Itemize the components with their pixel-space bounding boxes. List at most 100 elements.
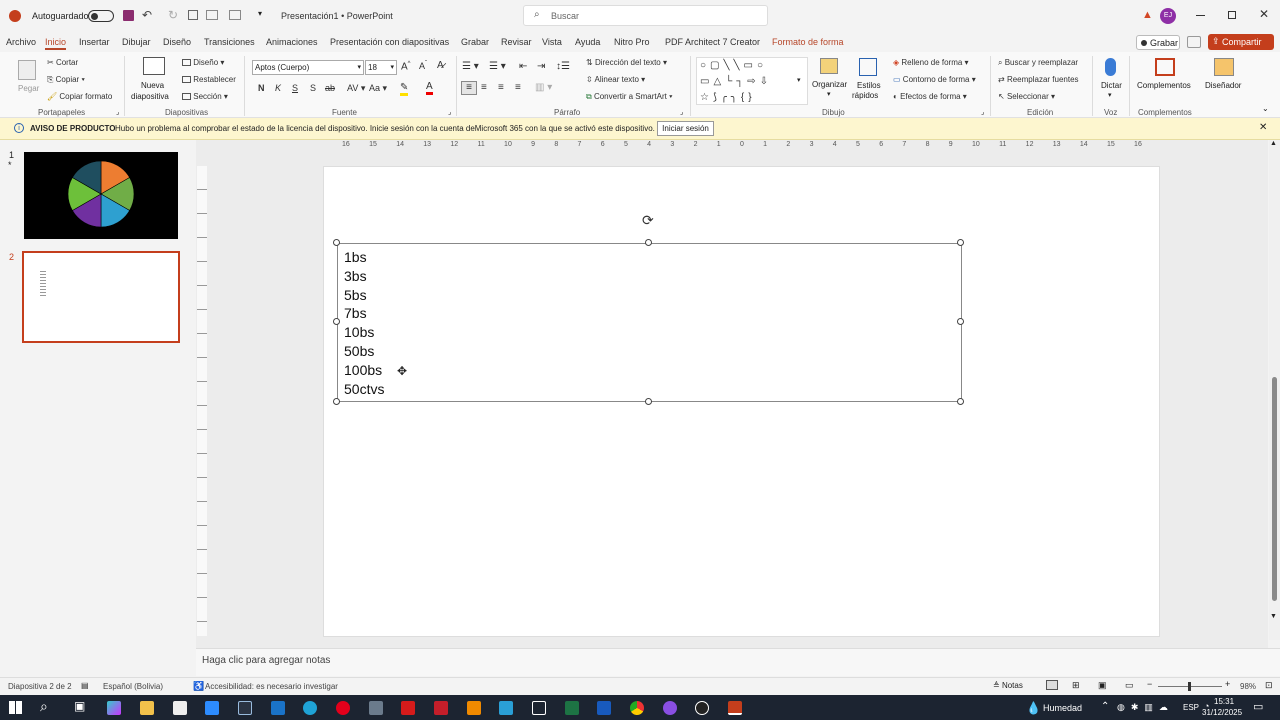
zoom-level[interactable]: 98% bbox=[1240, 682, 1256, 691]
resize-handle-br[interactable] bbox=[957, 398, 964, 405]
tab-transiciones[interactable]: Transiciones bbox=[204, 37, 255, 47]
customize-toolbar-icon[interactable]: ▾ bbox=[258, 9, 262, 18]
sign-in-button[interactable]: Iniciar sesión bbox=[657, 121, 714, 136]
notifications-icon[interactable]: ▭ bbox=[1253, 700, 1263, 713]
shadow-button[interactable]: S bbox=[310, 83, 316, 93]
underline-button[interactable]: S bbox=[292, 83, 298, 93]
shape-outline-button[interactable]: ▭ Contorno de forma ▾ bbox=[893, 75, 976, 84]
tab-ayuda[interactable]: Ayuda bbox=[575, 37, 600, 47]
clear-format-icon[interactable]: A̷ bbox=[437, 60, 444, 71]
share-button[interactable]: ⇪ Compartir bbox=[1208, 34, 1274, 50]
tab-presentacion[interactable]: Presentación con diapositivas bbox=[330, 37, 449, 47]
save-icon[interactable] bbox=[123, 10, 134, 21]
resize-handle-ml[interactable] bbox=[333, 318, 340, 325]
vlc-icon[interactable] bbox=[467, 701, 481, 715]
addins-button[interactable]: Complementos bbox=[1136, 57, 1194, 103]
chrome-icon[interactable] bbox=[630, 701, 644, 715]
edge-icon[interactable] bbox=[303, 701, 317, 715]
font-size-select[interactable]: 18 ▾ bbox=[365, 60, 397, 75]
columns-icon[interactable]: ▥ ▾ bbox=[535, 82, 552, 93]
layout-button[interactable]: Diseño ▾ bbox=[182, 58, 224, 67]
tab-dibujar[interactable]: Dibujar bbox=[122, 37, 151, 47]
slide-thumbnail-1[interactable] bbox=[24, 152, 178, 239]
pdf-app-icon[interactable] bbox=[434, 701, 448, 715]
rotate-handle-icon[interactable]: ⟳ bbox=[642, 212, 654, 229]
warning-icon[interactable]: ▲ bbox=[1142, 9, 1153, 21]
language-indicator[interactable]: ESP bbox=[1183, 703, 1199, 712]
comments-icon[interactable] bbox=[1187, 36, 1201, 48]
increase-indent-icon[interactable]: ⇥ bbox=[537, 61, 545, 72]
task-view-icon[interactable]: ▣ bbox=[74, 699, 85, 713]
reset-button[interactable]: Restablecer bbox=[182, 75, 236, 84]
slideshow-view-icon[interactable]: ▭ bbox=[1125, 680, 1134, 691]
resize-handle-bl[interactable] bbox=[333, 398, 340, 405]
zoom-slider-thumb[interactable] bbox=[1188, 682, 1191, 691]
resize-handle-mr[interactable] bbox=[957, 318, 964, 325]
obs-icon[interactable] bbox=[695, 701, 709, 715]
shape-fill-button[interactable]: ◈ Relleno de forma ▾ bbox=[893, 58, 969, 67]
tab-inicio[interactable]: Inicio bbox=[45, 37, 67, 50]
decrease-indent-icon[interactable]: ⇤ bbox=[519, 61, 527, 72]
clock-time[interactable]: 15:31 bbox=[1214, 697, 1234, 706]
tab-formato-forma[interactable]: Formato de forma bbox=[772, 37, 844, 47]
zoom-slider[interactable] bbox=[1158, 682, 1222, 691]
font-name-select[interactable]: Aptos (Cuerpo) ▾ bbox=[252, 60, 364, 75]
file-explorer-icon[interactable] bbox=[140, 701, 154, 715]
paste-button[interactable]: Pegar bbox=[12, 58, 42, 100]
tab-nitro[interactable]: Nitro Pro bbox=[614, 37, 650, 47]
redo-icon[interactable]: ↻ bbox=[168, 8, 178, 22]
resize-handle-bm[interactable] bbox=[645, 398, 652, 405]
tab-insertar[interactable]: Insertar bbox=[79, 37, 110, 47]
undo-icon[interactable]: ↶ bbox=[142, 8, 152, 22]
tab-animaciones[interactable]: Animaciones bbox=[266, 37, 318, 47]
designer-button[interactable]: Diseñador bbox=[1202, 57, 1248, 103]
search-box[interactable]: ⌕ Buscar bbox=[523, 5, 768, 26]
italic-button[interactable]: K bbox=[275, 83, 281, 93]
excel-icon[interactable] bbox=[565, 701, 579, 715]
grow-font-icon[interactable]: A^ bbox=[401, 61, 411, 72]
dropbox-icon[interactable] bbox=[532, 701, 546, 715]
dictate-button[interactable]: Dictar ▾ bbox=[1098, 57, 1124, 103]
scroll-up-icon[interactable]: ▲ bbox=[1270, 140, 1277, 147]
text-box-content[interactable]: 1bs 3bs 5bs 7bs 10bs 50bs 100bs 50ctvs bbox=[344, 248, 384, 398]
select-button[interactable]: ↖ Seleccionar ▾ bbox=[998, 92, 1055, 101]
format-painter-button[interactable]: 🖌 Copiar formato bbox=[47, 92, 112, 101]
case-icon[interactable]: Aa ▾ bbox=[369, 83, 387, 94]
align-text-button[interactable]: ⇳ Alinear texto ▾ bbox=[586, 75, 645, 84]
notes-pane[interactable]: Haga clic para agregar notas bbox=[196, 648, 1280, 676]
notes-button[interactable]: ≜ Notas bbox=[993, 681, 1023, 690]
zoom-out-icon[interactable]: − bbox=[1147, 679, 1152, 689]
font-dialog-icon[interactable]: ⌟ bbox=[448, 108, 451, 116]
scroll-down-icon[interactable]: ▼ bbox=[1270, 613, 1277, 620]
slide-thumbnail-2[interactable] bbox=[22, 251, 180, 343]
quick-styles-button[interactable]: Estilos rápidos bbox=[852, 57, 888, 103]
align-left-icon[interactable]: ≡ bbox=[461, 81, 477, 95]
close-icon[interactable]: ✕ bbox=[1259, 122, 1267, 133]
store-icon[interactable] bbox=[173, 701, 187, 715]
section-button[interactable]: Sección ▾ bbox=[182, 92, 228, 101]
weather-label[interactable]: Humedad bbox=[1043, 703, 1082, 713]
font-color-icon[interactable]: A bbox=[426, 81, 433, 95]
align-center-icon[interactable]: ≡ bbox=[481, 82, 487, 93]
scrollbar-thumb[interactable] bbox=[1272, 377, 1277, 601]
bullets-icon[interactable]: ☰ ▾ bbox=[462, 61, 479, 72]
line-spacing-icon[interactable]: ↕☰ bbox=[556, 61, 570, 72]
text-box[interactable]: 1bs 3bs 5bs 7bs 10bs 50bs 100bs 50ctvs bbox=[337, 243, 962, 402]
new-slide-button[interactable]: Nueva diapositiva bbox=[131, 57, 177, 103]
clock-date[interactable]: 31/12/2025 bbox=[1202, 708, 1242, 717]
cut-button[interactable]: ✂ Cortar bbox=[47, 58, 78, 67]
messenger-icon[interactable] bbox=[663, 701, 677, 715]
shapes-more-icon[interactable]: ▾ bbox=[797, 76, 801, 84]
close-icon[interactable]: ✕ bbox=[1259, 7, 1269, 21]
sorter-view-icon[interactable]: ⊞ bbox=[1072, 680, 1080, 691]
autosave-toggle[interactable] bbox=[88, 10, 114, 22]
opera-icon[interactable] bbox=[336, 701, 350, 715]
scrollbar-vertical[interactable]: ▲ ▼ bbox=[1269, 140, 1280, 640]
normal-view-icon[interactable] bbox=[1046, 680, 1058, 690]
accessibility-icon[interactable]: ♿ bbox=[193, 681, 204, 692]
zoom-in-icon[interactable]: + bbox=[1225, 679, 1230, 689]
paragraph-dialog-icon[interactable]: ⌟ bbox=[680, 108, 683, 116]
fit-slide-icon[interactable]: ⊡ bbox=[1265, 680, 1273, 691]
record-button[interactable]: Grabar bbox=[1136, 35, 1180, 50]
drawing-dialog-icon[interactable]: ⌟ bbox=[981, 108, 984, 116]
